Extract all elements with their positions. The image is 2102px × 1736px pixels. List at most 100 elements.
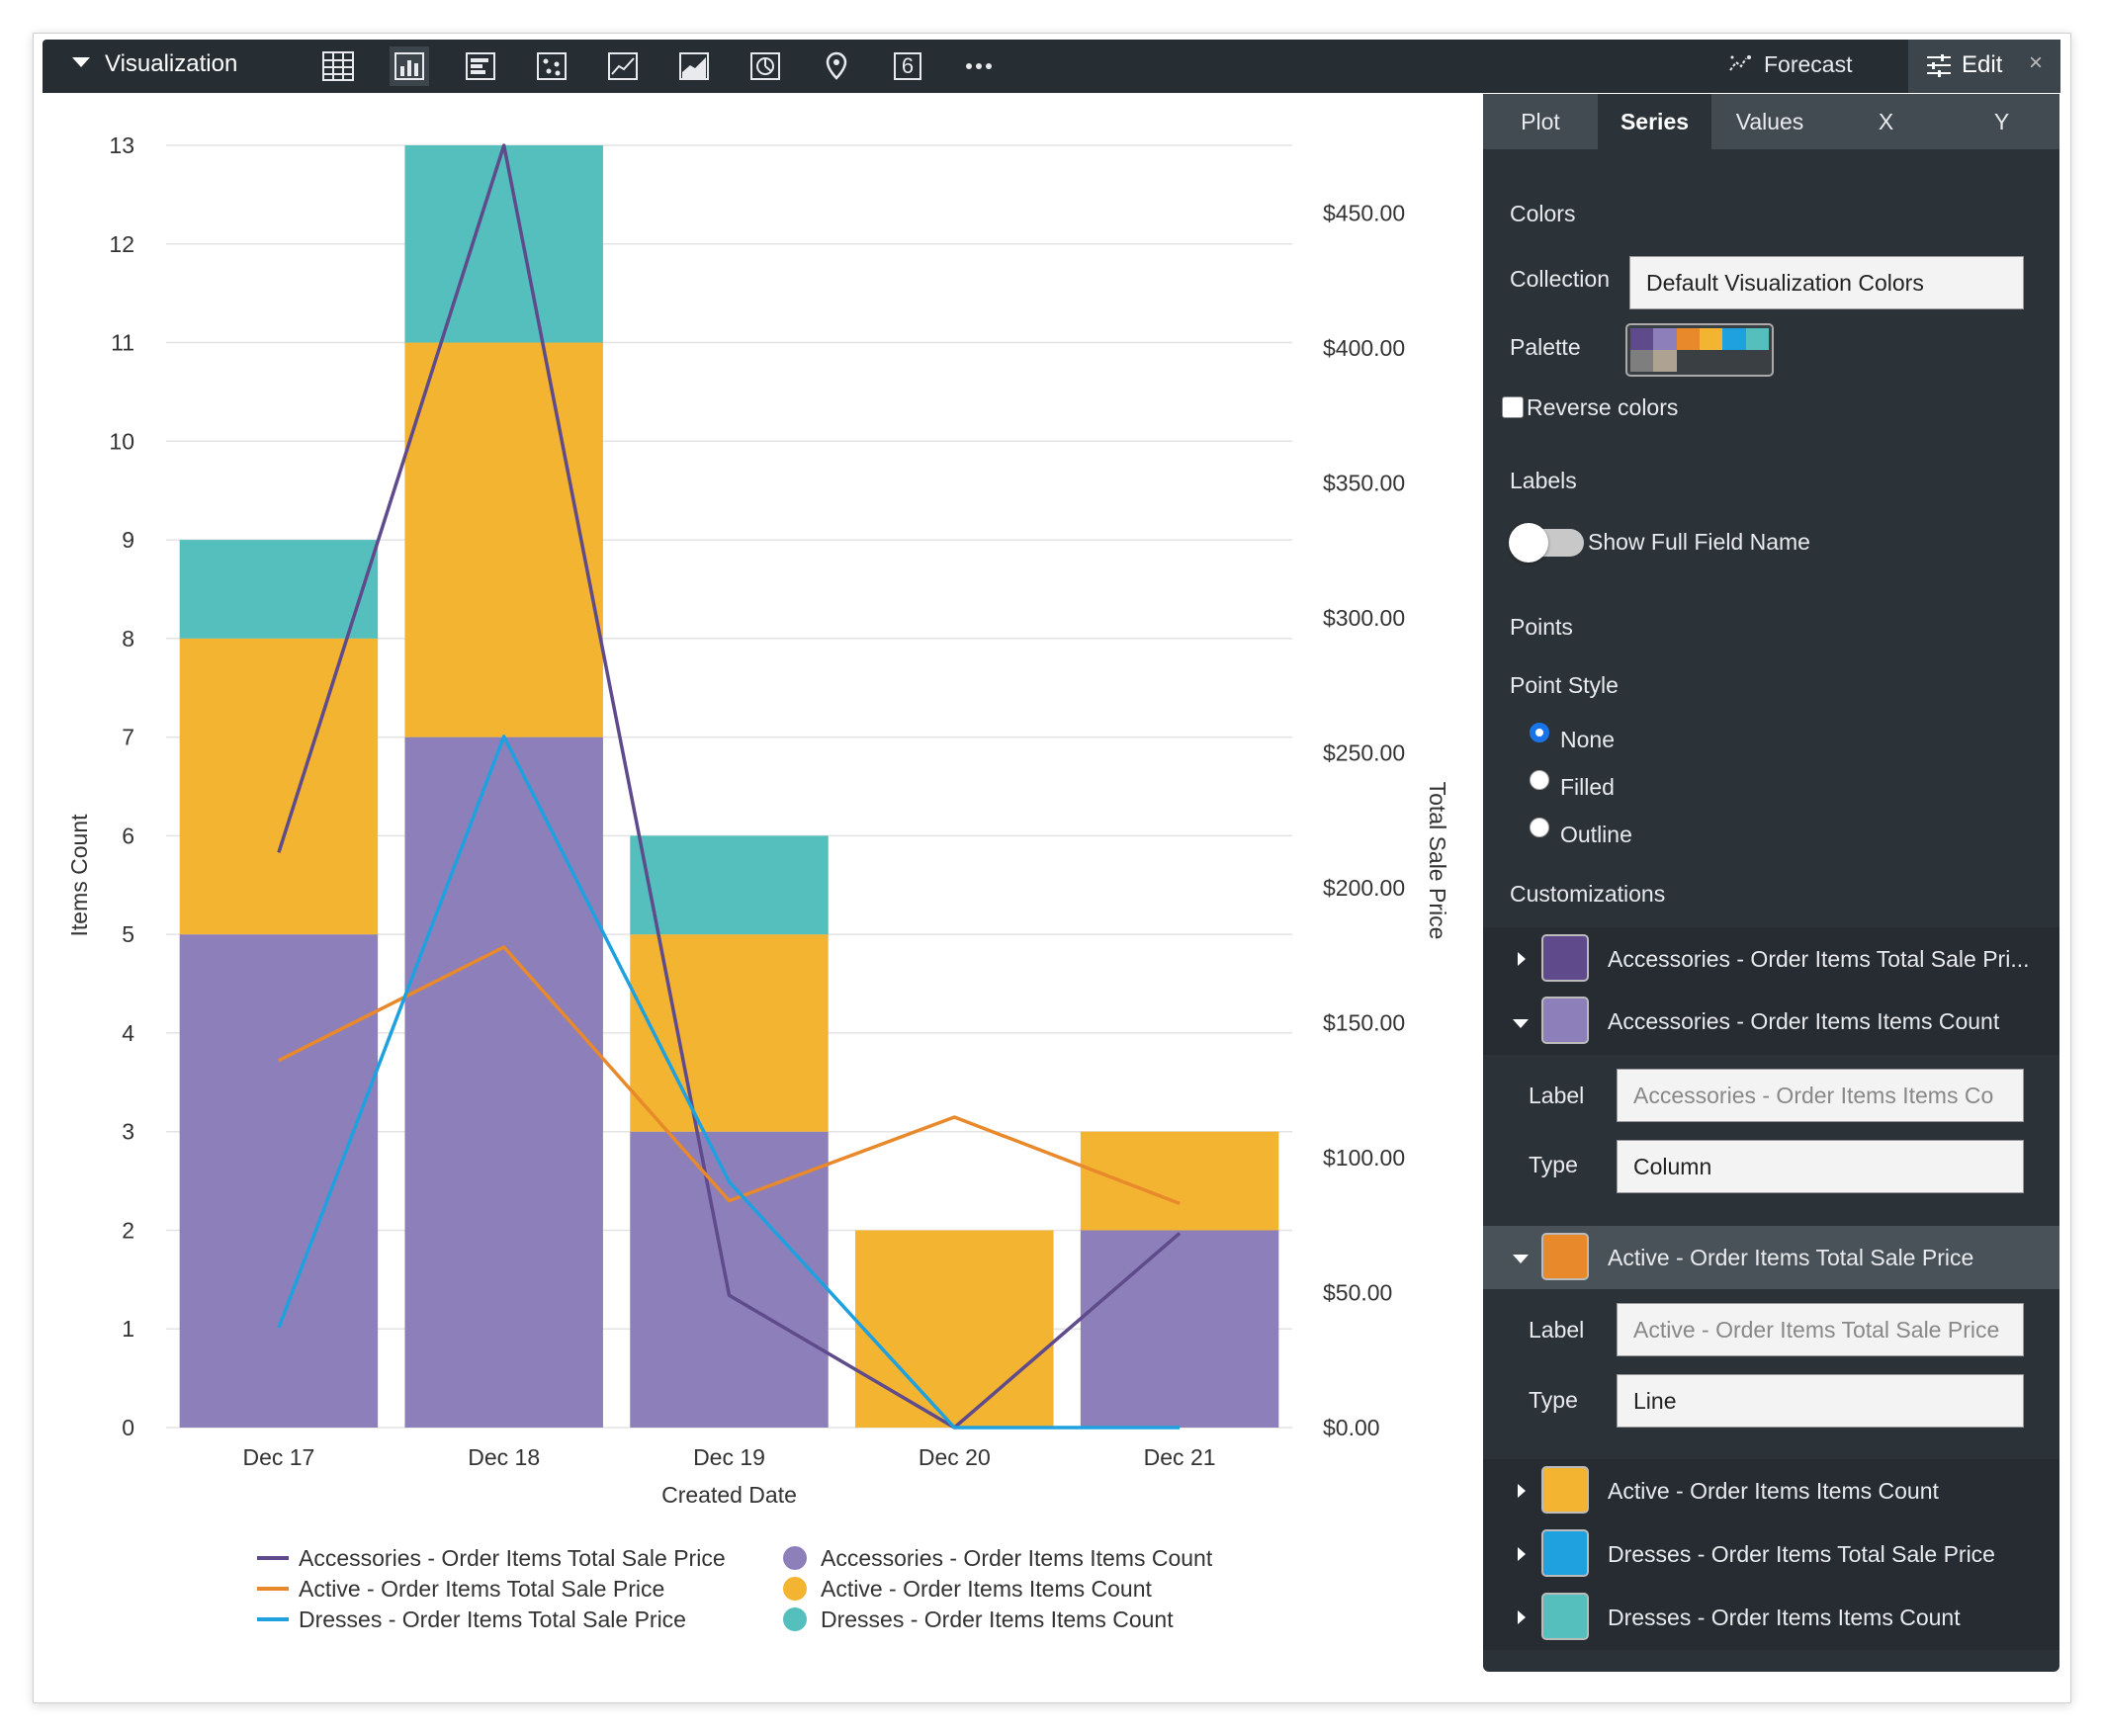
collection-label: Collection <box>1510 266 1610 292</box>
palette-color <box>1722 328 1746 350</box>
y-tick-label: 2 <box>122 1217 134 1243</box>
legend-label: Active - Order Items Items Count <box>821 1576 1152 1602</box>
palette-color <box>1676 328 1700 350</box>
edit-button[interactable]: Edit × <box>1908 40 2060 93</box>
forecast-icon <box>1728 52 1754 80</box>
customization-row-active-sale-price[interactable]: Active - Order Items Total Sale Price <box>1483 1226 2059 1289</box>
reverse-colors-label: Reverse colors <box>1527 394 1679 420</box>
y-tick-label: 12 <box>109 231 134 257</box>
bar-segment <box>404 342 603 738</box>
forecast-label: Forecast <box>1764 51 1853 77</box>
tab-x[interactable]: X <box>1828 94 1944 149</box>
show-full-field-name-toggle[interactable] <box>1509 523 1584 563</box>
label-input[interactable]: Active - Order Items Total Sale Price <box>1617 1303 2024 1356</box>
y-tick-label: 7 <box>122 725 134 750</box>
palette-color <box>1676 350 1700 372</box>
collapse-arrow-icon <box>1513 1255 1529 1263</box>
bar-segment <box>1080 1131 1279 1231</box>
palette-color <box>1630 328 1654 350</box>
customization-row-accessories-sale-price[interactable]: Accessories - Order Items Total Sale Pri… <box>1483 927 2059 991</box>
y-right-tick-label: $350.00 <box>1323 470 1405 495</box>
color-swatch[interactable] <box>1541 934 1589 982</box>
tab-plot[interactable]: Plot <box>1483 94 1598 149</box>
palette-color <box>1653 350 1677 372</box>
y-axis-title: Items Count <box>66 814 92 937</box>
customization-row-dresses-items-count[interactable]: Dresses - Order Items Items Count <box>1483 1586 2059 1649</box>
x-tick-label: Dec 17 <box>242 1444 314 1470</box>
bar-segment <box>1080 1230 1279 1428</box>
y-tick-label: 11 <box>111 330 134 356</box>
legend-label: Dresses - Order Items Total Sale Price <box>299 1606 686 1632</box>
tab-series[interactable]: Series <box>1598 94 1711 149</box>
type-field-label: Type <box>1529 1152 1578 1177</box>
chart: 012345678910111213$0.00$50.00$100.00$150… <box>66 132 1450 1632</box>
close-icon[interactable]: × <box>2029 49 2043 77</box>
x-axis-title: Created Date <box>661 1482 797 1508</box>
point-style-none-radio[interactable] <box>1530 723 1549 742</box>
type-select[interactable]: Column <box>1617 1140 2024 1193</box>
bar-segment <box>404 145 603 343</box>
y-tick-label: 0 <box>122 1415 134 1440</box>
y-right-tick-label: $50.00 <box>1323 1279 1392 1305</box>
point-style-filled-label: Filled <box>1560 774 1615 800</box>
y-tick-label: 8 <box>122 626 134 651</box>
customization-row-dresses-sale-price[interactable]: Dresses - Order Items Total Sale Price <box>1483 1522 2059 1586</box>
legend-dot-marker <box>783 1546 807 1570</box>
label-input[interactable]: Accessories - Order Items Items Co <box>1617 1069 2024 1122</box>
point-style-outline-radio[interactable] <box>1530 818 1549 837</box>
type-field-label: Type <box>1529 1387 1578 1413</box>
labels-heading: Labels <box>1510 468 1577 493</box>
y-right-tick-label: $150.00 <box>1323 1009 1405 1035</box>
bar-segment <box>630 835 829 935</box>
palette-picker[interactable] <box>1625 323 1774 377</box>
y-tick-label: 5 <box>122 921 134 947</box>
color-swatch[interactable] <box>1541 1466 1589 1514</box>
tab-y[interactable]: Y <box>1944 94 2059 149</box>
type-select[interactable]: Line <box>1617 1374 2024 1428</box>
reverse-colors-checkbox[interactable] <box>1502 396 1524 418</box>
customization-name: Active - Order Items Total Sale Price <box>1608 1245 1974 1270</box>
collapse-arrow-icon <box>1513 1019 1529 1028</box>
customization-name: Accessories - Order Items Items Count <box>1608 1008 2000 1034</box>
color-swatch[interactable] <box>1541 1593 1589 1640</box>
y-right-tick-label: $250.00 <box>1323 739 1405 765</box>
bar-segment <box>855 1230 1054 1428</box>
customization-detail: Label Accessories - Order Items Items Co… <box>1483 1055 2059 1204</box>
legend-label: Active - Order Items Total Sale Price <box>299 1576 664 1602</box>
bar-segment <box>404 737 603 1428</box>
bar-segment <box>179 540 379 639</box>
forecast-button[interactable]: Forecast <box>1728 51 1852 80</box>
series-panel: Colors Collection Default Visualization … <box>1483 149 2059 1672</box>
legend-label: Accessories - Order Items Items Count <box>821 1545 1213 1571</box>
color-swatch[interactable] <box>1541 1233 1589 1280</box>
color-swatch[interactable] <box>1541 997 1589 1044</box>
y-tick-label: 4 <box>122 1020 134 1046</box>
x-tick-label: Dec 20 <box>919 1444 991 1470</box>
editor-tab-bar: Plot Series Values X Y <box>1483 94 2059 149</box>
label-field-label: Label <box>1529 1083 1585 1108</box>
legend-dot-marker <box>783 1607 807 1631</box>
y-right-tick-label: $300.00 <box>1323 605 1405 631</box>
x-tick-label: Dec 18 <box>468 1444 540 1470</box>
tab-values[interactable]: Values <box>1711 94 1828 149</box>
y-tick-label: 9 <box>122 527 134 553</box>
expand-arrow-icon <box>1518 1547 1526 1561</box>
color-swatch[interactable] <box>1541 1529 1589 1577</box>
y-right-tick-label: $100.00 <box>1323 1145 1405 1171</box>
expand-arrow-icon <box>1518 952 1526 966</box>
customization-row-active-items-count[interactable]: Active - Order Items Items Count <box>1483 1459 2059 1522</box>
point-style-none-label: None <box>1560 727 1615 752</box>
customization-detail: Label Active - Order Items Total Sale Pr… <box>1483 1289 2059 1437</box>
customization-name: Dresses - Order Items Total Sale Price <box>1608 1541 1995 1567</box>
point-style-filled-radio[interactable] <box>1530 770 1549 790</box>
edit-label: Edit <box>1962 51 2003 78</box>
expand-arrow-icon <box>1518 1610 1526 1624</box>
bar-segment <box>179 638 379 935</box>
legend-dot-marker <box>783 1577 807 1601</box>
point-style-label: Point Style <box>1510 672 1619 698</box>
expand-arrow-icon <box>1518 1484 1526 1498</box>
collection-select[interactable]: Default Visualization Colors <box>1629 256 2024 309</box>
label-field-label: Label <box>1529 1317 1585 1343</box>
show-full-field-name-label: Show Full Field Name <box>1588 529 1810 555</box>
bar-segment <box>630 934 829 1132</box>
